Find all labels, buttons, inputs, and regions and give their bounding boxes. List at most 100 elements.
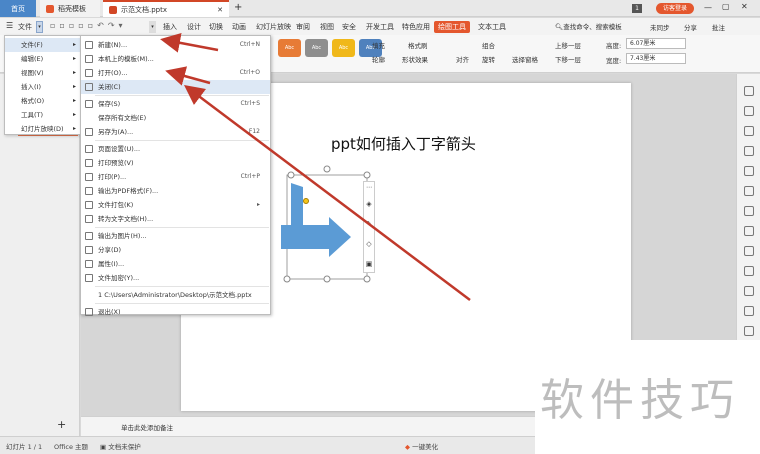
- bring-forward-button[interactable]: 上移一层: [555, 40, 581, 50]
- file-dropdown-icon[interactable]: ▾: [36, 21, 43, 33]
- file-menu-item[interactable]: 文件加密(Y)...: [81, 271, 270, 285]
- align-button[interactable]: 对齐: [456, 54, 469, 64]
- rotate-handle[interactable]: [323, 165, 331, 173]
- ribbon-tab[interactable]: 文本工具: [478, 21, 506, 33]
- sidebar-tool-icon[interactable]: [744, 246, 754, 256]
- shape-style-button[interactable]: Abc: [305, 39, 328, 57]
- more-dropdown-icon[interactable]: ▾: [149, 21, 156, 33]
- file-menu-item[interactable]: 分享(D): [81, 243, 270, 257]
- ribbon-tab[interactable]: 特色应用: [402, 21, 430, 33]
- close-tab-icon[interactable]: ✕: [217, 6, 223, 14]
- resize-handle[interactable]: [363, 171, 371, 179]
- share-button[interactable]: 分享: [684, 22, 697, 32]
- file-menu-item[interactable]: 转为文字文档(H)...: [81, 212, 270, 226]
- login-button[interactable]: 访客登录: [656, 3, 694, 14]
- file-menu-button[interactable]: 文件: [18, 21, 32, 33]
- ribbon-tab[interactable]: 幻灯片放映: [256, 21, 291, 33]
- main-menu-item[interactable]: 幻灯片放映(D) ▸: [5, 122, 80, 136]
- sidebar-tool-icon[interactable]: [744, 306, 754, 316]
- format-painter-button[interactable]: 格式刷: [408, 40, 428, 50]
- shape-style-button[interactable]: Abc: [278, 39, 301, 57]
- main-menu-item[interactable]: 视图(V) ▸: [5, 66, 80, 80]
- file-menu-item[interactable]: 保存所有文档(E): [81, 111, 270, 125]
- tab-home[interactable]: 首页: [0, 0, 36, 17]
- file-menu-item[interactable]: 保存(S) Ctrl+S: [81, 97, 270, 111]
- sidebar-tool-icon[interactable]: [744, 126, 754, 136]
- sidebar-tool-icon[interactable]: [744, 166, 754, 176]
- file-menu-item[interactable]: 打印(P)... Ctrl+P: [81, 170, 270, 184]
- ribbon-tab[interactable]: 切换: [209, 21, 223, 33]
- width-input[interactable]: 7.43厘米: [626, 53, 686, 64]
- tab-document[interactable]: 示范文档.pptx ✕: [103, 0, 229, 17]
- sidebar-tool-icon[interactable]: [744, 106, 754, 116]
- file-menu-item[interactable]: 另存为(A)... F12: [81, 125, 270, 139]
- rotate-button[interactable]: 旋转: [482, 54, 495, 64]
- sidebar-tool-icon[interactable]: [744, 146, 754, 156]
- file-menu-item[interactable]: 新建(N)... Ctrl+N: [81, 38, 270, 52]
- main-menu-item[interactable]: 格式(O) ▸: [5, 94, 80, 108]
- ribbon-tab[interactable]: 安全: [342, 21, 356, 33]
- file-menu-item[interactable]: 文件打包(K) ▸: [81, 198, 270, 212]
- resize-handle[interactable]: [287, 171, 295, 179]
- file-menu-item[interactable]: 输出为图片(H)...: [81, 229, 270, 243]
- sidebar-tool-icon[interactable]: [744, 266, 754, 276]
- sidebar-tool-icon[interactable]: [744, 286, 754, 296]
- ribbon-tab[interactable]: 审阅: [296, 21, 310, 33]
- comment-button[interactable]: 批注: [712, 22, 725, 32]
- quick-access-icons[interactable]: ▫▫▫▫▫↶↷▾: [50, 21, 127, 30]
- select-pane-button[interactable]: 选择窗格: [512, 54, 538, 64]
- ribbon-tab[interactable]: 绘图工具: [434, 21, 470, 33]
- ribbon-tab[interactable]: 视图: [320, 21, 334, 33]
- minimize-icon[interactable]: —: [704, 3, 712, 12]
- main-menu-item[interactable]: 文件(F) ▸: [5, 38, 80, 52]
- slide-title[interactable]: ppt如何插入丁字箭头: [331, 133, 476, 154]
- file-menu-item[interactable]: 退出(X): [81, 305, 270, 319]
- new-tab-icon[interactable]: +: [234, 2, 242, 13]
- main-menu-item[interactable]: 编辑(E) ▸: [5, 52, 80, 66]
- file-menu-item[interactable]: 页面设置(U)...: [81, 142, 270, 156]
- adjust-handle[interactable]: [303, 198, 309, 204]
- file-menu-item[interactable]: 属性(I)...: [81, 257, 270, 271]
- layers-icon[interactable]: ◈: [364, 194, 374, 214]
- maximize-icon[interactable]: ▢: [722, 2, 730, 11]
- main-menu-item[interactable]: 插入(I) ▸: [5, 80, 80, 94]
- ribbon-tab[interactable]: 设计: [187, 21, 201, 33]
- file-menu-item[interactable]: 输出为PDF格式(F)...: [81, 184, 270, 198]
- group-button[interactable]: 组合: [482, 40, 495, 50]
- sidebar-tool-icon[interactable]: [744, 326, 754, 336]
- file-menu-item[interactable]: 打印预览(V): [81, 156, 270, 170]
- resize-handle[interactable]: [283, 275, 291, 283]
- outline-button[interactable]: 轮廓: [372, 54, 385, 64]
- tab-template[interactable]: 稻壳模板: [40, 0, 100, 17]
- beautify-button[interactable]: ◆ 一键美化: [405, 441, 438, 451]
- ribbon-tab[interactable]: 插入: [163, 21, 177, 33]
- add-slide-button[interactable]: +: [57, 418, 66, 431]
- resize-handle[interactable]: [363, 275, 371, 283]
- protect-status[interactable]: ▣ 文档未保护: [100, 441, 141, 451]
- more-options-icon[interactable]: ⋯: [364, 182, 374, 194]
- search-command[interactable]: 🔍︎查找命令、搜索模板: [555, 21, 622, 31]
- ribbon-tab[interactable]: 开发工具: [366, 21, 394, 33]
- file-menu-item[interactable]: 打开(O)... Ctrl+O: [81, 66, 270, 80]
- close-window-icon[interactable]: ✕: [741, 2, 748, 11]
- sidebar-tool-icon[interactable]: [744, 206, 754, 216]
- sidebar-tool-icon[interactable]: [744, 226, 754, 236]
- fill-bucket-icon[interactable]: ◇: [364, 234, 374, 254]
- height-input[interactable]: 6.07厘米: [626, 38, 686, 49]
- file-menu-item[interactable]: 1 C:\Users\Administrator\Desktop\示范文档.pp…: [81, 288, 270, 302]
- sidebar-tool-icon[interactable]: [744, 186, 754, 196]
- ribbon-tab[interactable]: 动画: [232, 21, 246, 33]
- sync-status[interactable]: 未同步: [650, 22, 670, 32]
- fill-button[interactable]: 填充: [372, 40, 385, 50]
- pen-icon[interactable]: ✎: [364, 214, 374, 234]
- file-menu-item[interactable]: 本机上的模板(M)...: [81, 52, 270, 66]
- shape-style-button[interactable]: Abc: [332, 39, 355, 57]
- send-backward-button[interactable]: 下移一层: [555, 54, 581, 64]
- shape-effect-button[interactable]: 形状效果: [402, 54, 428, 64]
- sidebar-tool-icon[interactable]: [744, 86, 754, 96]
- hamburger-icon[interactable]: ☰: [6, 21, 13, 30]
- main-menu-item[interactable]: 工具(T) ▸: [5, 108, 80, 122]
- resize-handle[interactable]: [323, 275, 331, 283]
- outline-box-icon[interactable]: ▣: [364, 254, 374, 274]
- file-menu-item[interactable]: 关闭(C): [81, 80, 270, 94]
